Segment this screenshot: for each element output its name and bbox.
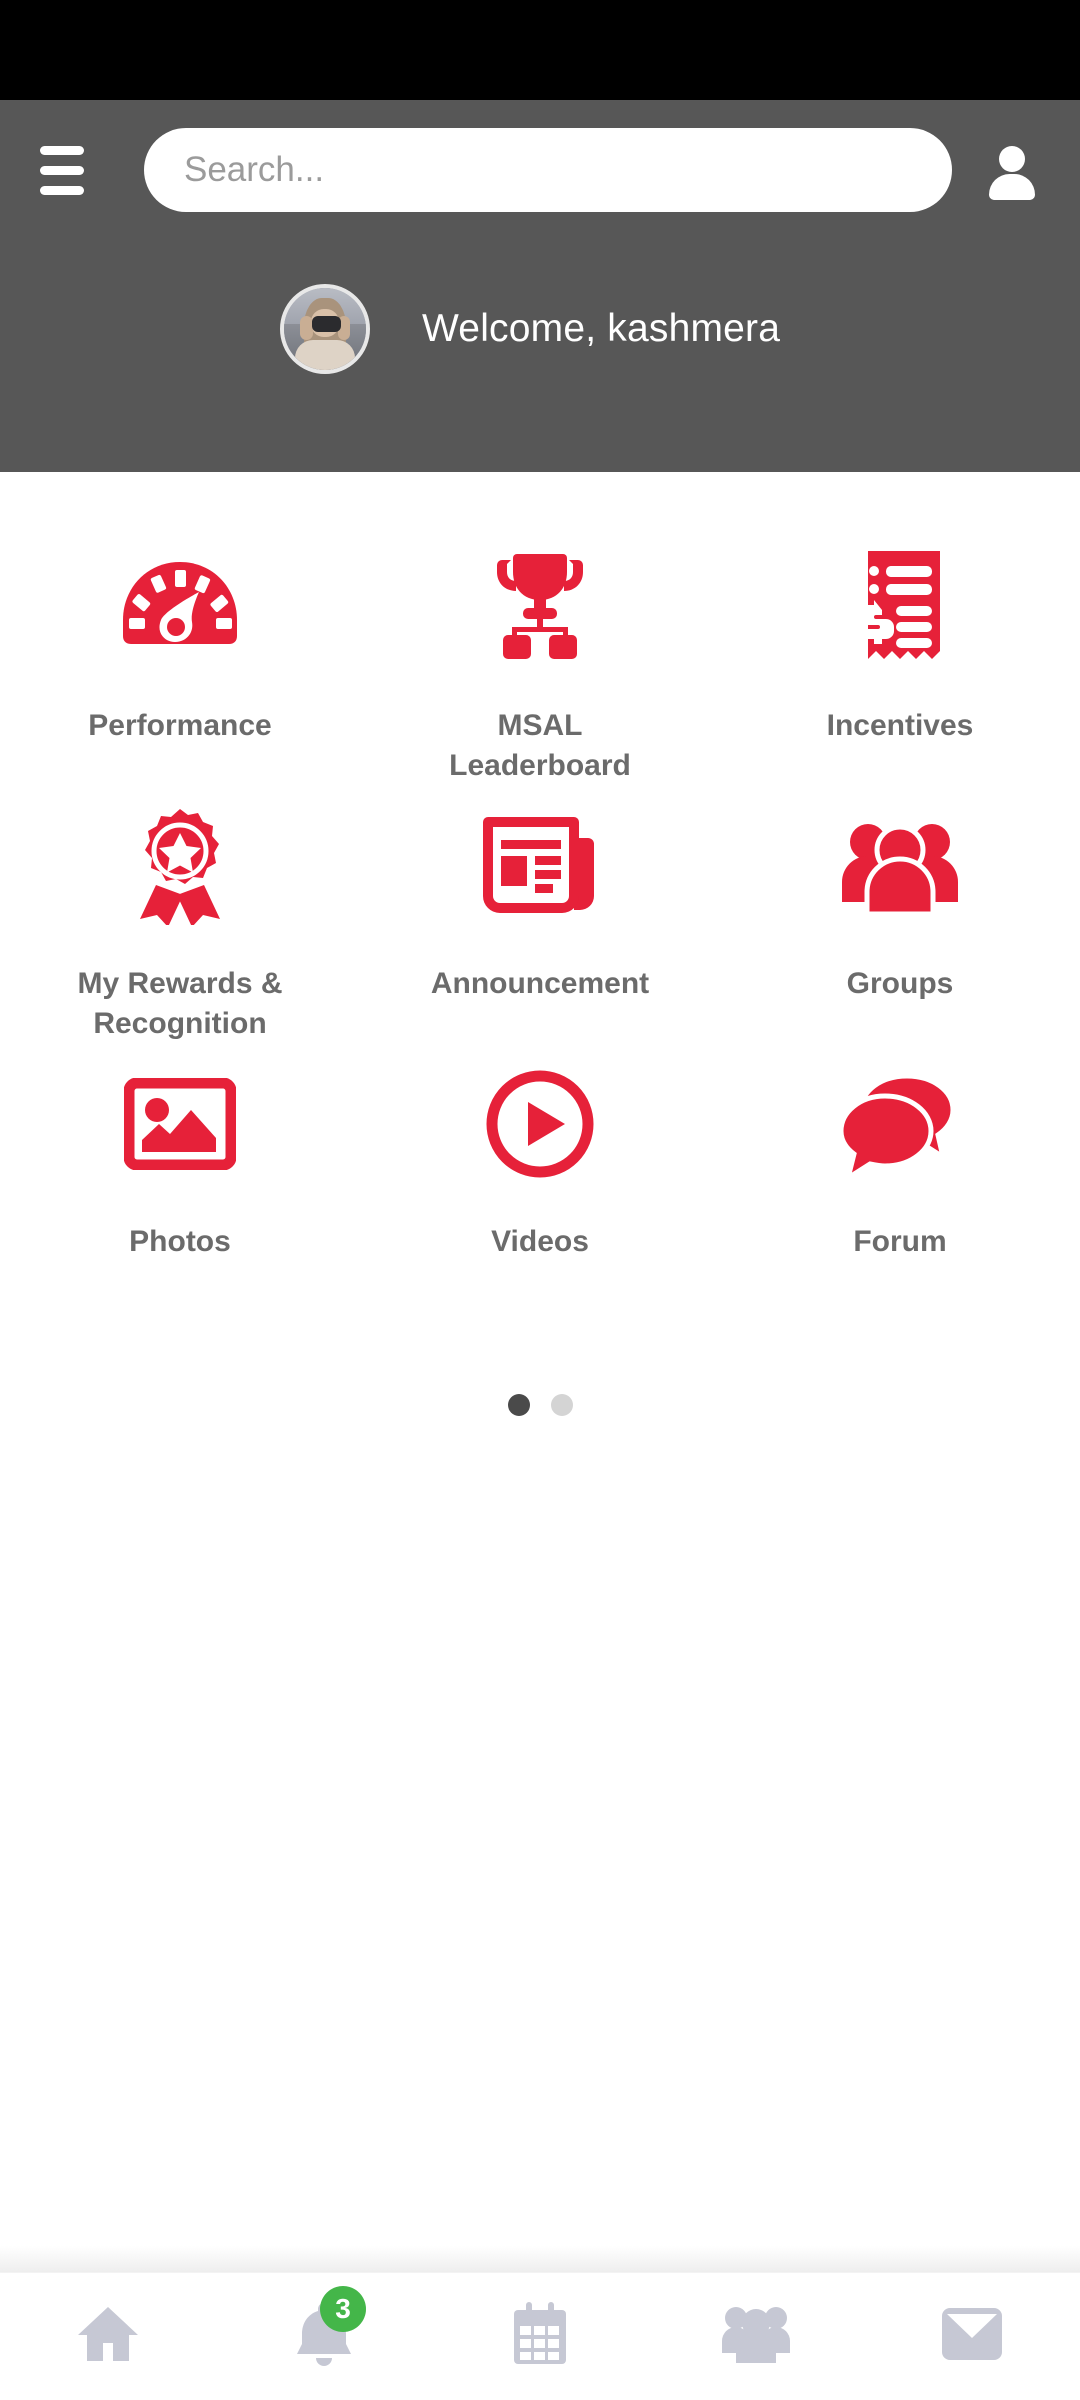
hamburger-bar <box>40 185 84 195</box>
trophy-hierarchy-icon <box>475 544 605 672</box>
page-dot-1[interactable] <box>507 1394 530 1416</box>
user-account-icon[interactable] <box>984 138 1040 202</box>
tile-groups[interactable]: Groups <box>720 796 1080 1054</box>
hamburger-menu-icon[interactable] <box>34 142 96 198</box>
award-ribbon-star-icon <box>115 802 245 930</box>
envelope-icon <box>941 2306 1003 2367</box>
nav-item-home[interactable] <box>48 2282 168 2392</box>
tile-label: Groups <box>846 967 954 1000</box>
app-root: Welcome, kashmera <box>0 0 1080 2400</box>
avatar-arm-left <box>300 315 313 341</box>
tile-label: Videos <box>491 1225 589 1258</box>
tile-videos[interactable]: Videos <box>360 1054 720 1312</box>
tile-label: Photos <box>129 1225 231 1258</box>
welcome-row: Welcome, kashmera <box>0 284 1080 374</box>
avatar[interactable] <box>280 284 370 374</box>
status-bar <box>0 0 1080 100</box>
image-picture-icon <box>115 1060 245 1188</box>
avatar-body-shape <box>989 174 1035 200</box>
tile-label: Announcement <box>430 967 650 1000</box>
shortcut-grid: Performance MSAL Leaderboard Incentives … <box>0 538 1080 1312</box>
main-content: Performance MSAL Leaderboard Incentives … <box>0 472 1080 2246</box>
people-icon <box>721 2303 791 2370</box>
bottom-navigation-bar: 3 <box>0 2272 1080 2400</box>
app-header: Welcome, kashmera <box>0 100 1080 472</box>
tile-forum[interactable]: Forum <box>720 1054 1080 1312</box>
header-top-row <box>0 100 1080 240</box>
tile-label: Forum <box>853 1225 947 1258</box>
tile-label: My Rewards & Recognition <box>77 967 283 1040</box>
home-icon <box>76 2304 140 2369</box>
search-container <box>144 128 952 212</box>
newspaper-icon <box>475 802 605 930</box>
bottom-nav-shadow <box>0 2246 1080 2272</box>
page-indicator <box>507 1394 573 1416</box>
avatar-coat <box>295 340 355 370</box>
nav-item-notifications[interactable]: 3 <box>264 2282 384 2392</box>
tile-announcement[interactable]: Announcement <box>360 796 720 1054</box>
chat-bubbles-icon <box>835 1060 965 1188</box>
avatar-camera <box>311 315 342 333</box>
avatar-head-shape <box>999 146 1025 172</box>
welcome-greeting: Welcome, kashmera <box>422 307 781 350</box>
tile-label: Performance <box>88 709 272 742</box>
speedometer-icon <box>115 544 245 672</box>
page-dot-2[interactable] <box>550 1394 573 1416</box>
hamburger-bar <box>40 145 84 155</box>
tile-my-rewards-recognition[interactable]: My Rewards & Recognition <box>0 796 360 1054</box>
tile-label: MSAL Leaderboard <box>449 709 631 782</box>
tile-performance[interactable]: Performance <box>0 538 360 796</box>
tile-incentives[interactable]: Incentives <box>720 538 1080 796</box>
receipt-dollar-icon <box>835 544 965 672</box>
tile-photos[interactable]: Photos <box>0 1054 360 1312</box>
nav-item-people[interactable] <box>696 2282 816 2392</box>
calendar-icon <box>512 2302 568 2371</box>
people-group-icon <box>835 802 965 930</box>
nav-item-calendar[interactable] <box>480 2282 600 2392</box>
nav-item-messages[interactable] <box>912 2282 1032 2392</box>
hamburger-bar <box>40 165 84 175</box>
notification-badge: 3 <box>320 2285 366 2332</box>
tile-label: Incentives <box>826 709 974 742</box>
tile-msal-leaderboard[interactable]: MSAL Leaderboard <box>360 538 720 796</box>
search-input[interactable] <box>144 128 952 212</box>
play-circle-icon <box>475 1060 605 1188</box>
